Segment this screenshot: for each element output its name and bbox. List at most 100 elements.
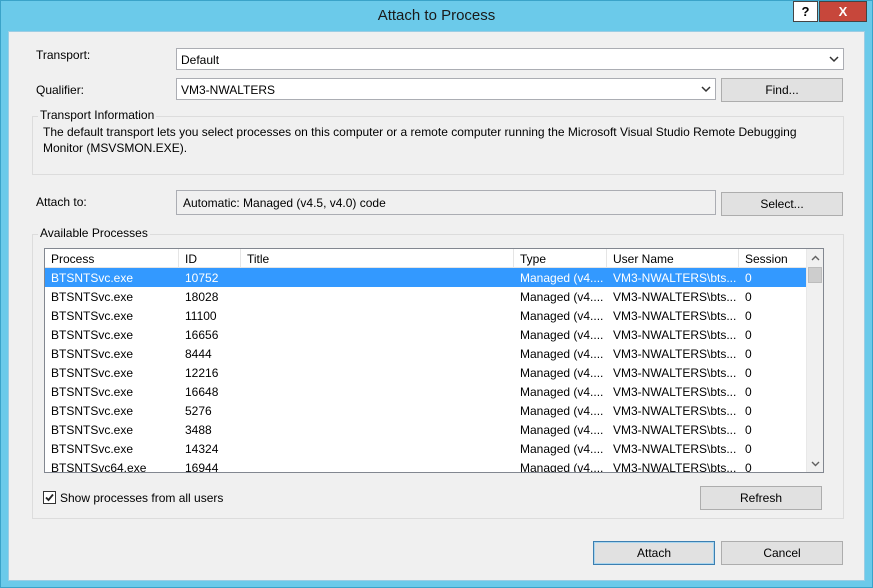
close-button[interactable]: X: [819, 1, 867, 22]
attach-to-label: Attach to:: [36, 195, 87, 209]
cell-session: 0: [745, 347, 752, 361]
checkmark-icon: [45, 493, 54, 502]
window-title: Attach to Process: [377, 7, 496, 24]
cell-type: Managed (v4....: [520, 404, 604, 418]
qualifier-dropdown[interactable]: VM3-NWALTERS: [176, 78, 716, 100]
column-header-session[interactable]: Session: [739, 249, 807, 268]
cell-user: VM3-NWALTERS\bts...: [613, 385, 737, 399]
table-row[interactable]: BTSNTSvc.exe 5276 Managed (v4.... VM3-NWALT…: [45, 401, 807, 420]
column-header-process[interactable]: Process: [45, 249, 179, 268]
cell-id: 14324: [185, 442, 219, 456]
cell-process: BTSNTSvc.exe: [51, 347, 134, 361]
column-header-title[interactable]: Title: [241, 249, 514, 268]
cell-process: BTSNTSvc.exe: [51, 290, 134, 304]
cell-user: VM3-NWALTERS\bts...: [613, 442, 737, 456]
table-row[interactable]: BTSNTSvc.exe 12216 Managed (v4.... VM3-NWAL…: [45, 363, 807, 382]
cell-id: 5276: [185, 404, 212, 418]
cell-type: Managed (v4....: [520, 385, 604, 399]
cell-type: Managed (v4....: [520, 347, 604, 361]
scroll-down-icon[interactable]: [807, 455, 823, 472]
chevron-down-icon: [701, 86, 711, 93]
column-header-type[interactable]: Type: [514, 249, 607, 268]
cell-session: 0: [745, 290, 752, 304]
cell-process: BTSNTSvc64.exe: [51, 461, 147, 473]
cell-session: 0: [745, 442, 752, 456]
cell-type: Managed (v4....: [520, 423, 604, 437]
column-header-user[interactable]: User Name: [607, 249, 739, 268]
show-all-users-checkbox[interactable]: [43, 491, 56, 504]
cell-process: BTSNTSvc.exe: [51, 328, 134, 342]
process-rows: BTSNTSvc.exe 10752 Managed (v4.... VM3-NWAL…: [45, 268, 807, 473]
cell-type: Managed (v4....: [520, 328, 604, 342]
attach-button[interactable]: Attach: [593, 541, 715, 565]
cell-session: 0: [745, 366, 752, 380]
cell-id: 12216: [185, 366, 219, 380]
cell-process: BTSNTSvc.exe: [51, 309, 134, 323]
refresh-button[interactable]: Refresh: [700, 486, 822, 510]
table-row[interactable]: BTSNTSvc.exe 10752 Managed (v4.... VM3-NWAL…: [45, 268, 807, 287]
cell-process: BTSNTSvc.exe: [51, 423, 134, 437]
cell-id: 8444: [185, 347, 212, 361]
table-row[interactable]: BTSNTSvc.exe 11100 Managed (v4.... VM3-NWAL…: [45, 306, 807, 325]
scroll-up-icon[interactable]: [807, 249, 823, 266]
table-row[interactable]: BTSNTSvc64.exe 16944 Managed (v4.... VM3-NW…: [45, 458, 807, 473]
help-button[interactable]: ?: [793, 1, 818, 22]
cell-session: 0: [745, 328, 752, 342]
cell-user: VM3-NWALTERS\bts...: [613, 290, 737, 304]
cell-session: 0: [745, 385, 752, 399]
cell-user: VM3-NWALTERS\bts...: [613, 366, 737, 380]
transport-dropdown[interactable]: Default: [176, 48, 844, 70]
cell-id: 16656: [185, 328, 219, 342]
cell-process: BTSNTSvc.exe: [51, 271, 134, 285]
cancel-button[interactable]: Cancel: [721, 541, 843, 565]
transport-value: Default: [181, 53, 220, 67]
cell-type: Managed (v4....: [520, 366, 604, 380]
dialog-body: Transport: Default Qualifier: VM3-NWALTE…: [8, 31, 865, 581]
scroll-thumb[interactable]: [808, 267, 822, 283]
title-bar[interactable]: Attach to Process ? X: [1, 1, 872, 31]
attach-to-process-dialog: Attach to Process ? X Transport: Default…: [0, 0, 873, 588]
table-row[interactable]: BTSNTSvc.exe 18028 Managed (v4.... VM3-NWAL…: [45, 287, 807, 306]
qualifier-label: Qualifier:: [36, 83, 85, 97]
cell-user: VM3-NWALTERS\bts...: [613, 328, 737, 342]
show-all-users-label[interactable]: Show processes from all users: [60, 491, 223, 505]
cell-user: VM3-NWALTERS\bts...: [613, 461, 737, 473]
cell-user: VM3-NWALTERS\bts...: [613, 423, 737, 437]
transport-label: Transport:: [36, 48, 91, 62]
process-list-header: Process ID Title Type User Name Session: [45, 249, 807, 268]
select-button[interactable]: Select...: [721, 192, 843, 216]
process-list-scrollbar[interactable]: [806, 249, 823, 472]
cell-process: BTSNTSvc.exe: [51, 366, 134, 380]
transport-info-title: Transport Information: [38, 108, 157, 122]
cell-session: 0: [745, 309, 752, 323]
process-list[interactable]: Process ID Title Type User Name Session …: [44, 248, 824, 473]
cell-process: BTSNTSvc.exe: [51, 385, 134, 399]
available-processes-title: Available Processes: [38, 226, 150, 240]
cell-user: VM3-NWALTERS\bts...: [613, 309, 737, 323]
column-header-id[interactable]: ID: [179, 249, 241, 268]
cell-type: Managed (v4....: [520, 271, 604, 285]
table-row[interactable]: BTSNTSvc.exe 16648 Managed (v4.... VM3-NWAL…: [45, 382, 807, 401]
cell-id: 16944: [185, 461, 219, 473]
cell-id: 3488: [185, 423, 212, 437]
cell-id: 16648: [185, 385, 219, 399]
qualifier-value: VM3-NWALTERS: [181, 83, 276, 97]
cell-id: 11100: [185, 309, 217, 323]
chevron-down-icon: [829, 56, 839, 63]
transport-info-text-2: Monitor (MSVSMON.EXE).: [43, 141, 188, 155]
table-row[interactable]: BTSNTSvc.exe 14324 Managed (v4.... VM3-NWAL…: [45, 439, 807, 458]
table-row[interactable]: BTSNTSvc.exe 8444 Managed (v4.... VM3-NWALT…: [45, 344, 807, 363]
cell-id: 18028: [185, 290, 219, 304]
table-row[interactable]: BTSNTSvc.exe 16656 Managed (v4.... VM3-NWAL…: [45, 325, 807, 344]
cell-session: 0: [745, 461, 752, 473]
cell-session: 0: [745, 271, 752, 285]
cell-type: Managed (v4....: [520, 290, 604, 304]
table-row[interactable]: BTSNTSvc.exe 3488 Managed (v4.... VM3-NWALT…: [45, 420, 807, 439]
cell-process: BTSNTSvc.exe: [51, 442, 134, 456]
cell-user: VM3-NWALTERS\bts...: [613, 347, 737, 361]
cell-session: 0: [745, 423, 752, 437]
cell-process: BTSNTSvc.exe: [51, 404, 134, 418]
cell-user: VM3-NWALTERS\bts...: [613, 271, 737, 285]
attach-to-field: Automatic: Managed (v4.5, v4.0) code: [176, 190, 716, 215]
find-button[interactable]: Find...: [721, 78, 843, 102]
